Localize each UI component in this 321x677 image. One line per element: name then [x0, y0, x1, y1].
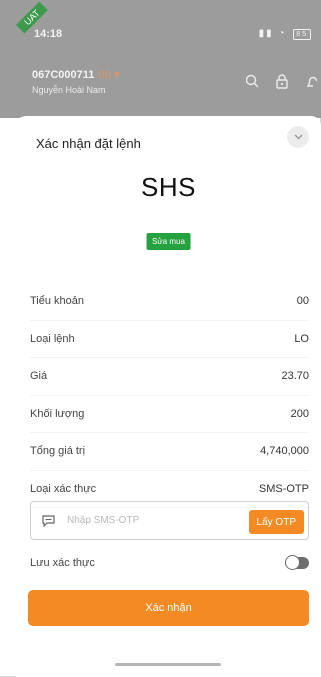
otp-field: Lấy OTP: [30, 501, 309, 540]
status-icons: ▮▮ ◔ 85: [259, 28, 311, 40]
header-icons: [243, 72, 321, 90]
detail-label: Tiểu khoản: [30, 295, 85, 308]
detail-label: Loại xác thực: [30, 482, 97, 495]
account-name: Nguyễn Hoài Nam: [32, 85, 106, 95]
close-button[interactable]: [287, 126, 309, 148]
battery-icon: 85: [293, 29, 311, 40]
app-header-dimmed: UAT 14:18 ▮▮ ◔ 85 067C000711 00 ▾ Nguyễn …: [0, 0, 321, 118]
search-icon[interactable]: [243, 72, 261, 90]
save-auth-toggle[interactable]: [285, 555, 309, 570]
detail-value: 4,740,000: [260, 445, 309, 458]
save-auth-label: Lưu xác thực: [30, 557, 95, 569]
account-number[interactable]: 067C000711 00 ▾: [32, 68, 119, 81]
order-action-badge: Sửa mua: [146, 233, 191, 250]
detail-row-quantity: Khối lượng 200: [30, 396, 309, 433]
signal-icon: ▮▮: [258, 28, 274, 39]
detail-row-order-type: Loại lệnh LO: [30, 321, 309, 358]
chevron-down-icon: [294, 132, 303, 143]
save-auth-row: Lưu xác thực: [30, 554, 309, 572]
detail-label: Giá: [30, 370, 48, 383]
app-frame: UAT 14:18 ▮▮ ◔ 85 067C000711 00 ▾ Nguyễn …: [0, 0, 321, 677]
sub-account-selector[interactable]: 00 ▾: [98, 69, 119, 81]
detail-value: LO: [294, 332, 309, 345]
detail-row-total-value: Tổng giá trị 4,740,000: [30, 433, 309, 471]
detail-value: 200: [290, 407, 309, 420]
wifi-icon: ◔: [278, 28, 287, 39]
status-time: 14:18: [34, 28, 63, 40]
get-otp-button[interactable]: Lấy OTP: [248, 510, 304, 534]
detail-label: Loại lệnh: [30, 332, 75, 345]
detail-label: Tổng giá trị: [30, 445, 86, 458]
order-details: Tiểu khoản 00 Loại lệnh LO Giá 23.70 Khố…: [30, 283, 309, 508]
modal-title: Xác nhận đặt lệnh: [36, 136, 141, 151]
bell-icon[interactable]: [303, 72, 321, 90]
home-indicator: [115, 663, 221, 666]
otp-input[interactable]: [67, 515, 217, 526]
detail-value: 23.70: [281, 370, 309, 383]
message-icon: [41, 514, 55, 527]
order-confirm-sheet: Xác nhận đặt lệnh SHS Sửa mua Tiểu khoản…: [16, 116, 321, 677]
detail-value: SMS-OTP: [258, 482, 309, 495]
toggle-knob: [285, 555, 300, 570]
detail-row-sub-account: Tiểu khoản 00: [30, 283, 309, 321]
confirm-button[interactable]: Xác nhận: [28, 590, 309, 626]
lock-icon[interactable]: [273, 72, 291, 90]
detail-value: 00: [296, 295, 309, 308]
detail-label: Khối lượng: [30, 407, 85, 420]
stock-symbol: SHS: [141, 172, 196, 202]
detail-row-price: Giá 23.70: [30, 358, 309, 396]
